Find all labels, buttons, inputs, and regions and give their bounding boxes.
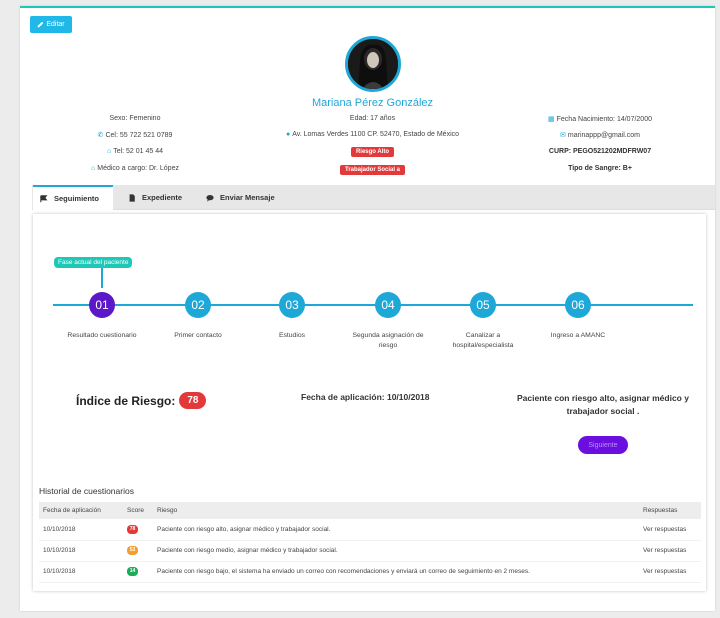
avatar <box>345 36 401 92</box>
phase-tag: Fase actual del paciente <box>54 257 133 268</box>
fecha-nac-text: Fecha Nacimiento: 14/07/2000 <box>556 116 652 123</box>
history-title: Historial de cuestionarios <box>39 486 134 496</box>
cel-text: Cel: 55 722 521 0789 <box>105 132 173 139</box>
col-fecha: Fecha de aplicación <box>39 502 123 519</box>
table-row: 10/10/2018 53 Paciente con riesgo medio,… <box>39 540 701 562</box>
recommendation-text: Paciente con riesgo alto, asignar médico… <box>517 393 689 416</box>
trabajador-badge: Trabajador Social a <box>339 165 406 175</box>
table-row: 10/10/2018 78 Paciente con riesgo alto, … <box>39 519 701 541</box>
step-label-01: Resultado cuestionario <box>67 332 137 339</box>
riesgo-badge: Riesgo Alto <box>350 147 395 157</box>
envelope-icon: ✉ <box>560 132 566 139</box>
step-02[interactable]: 02 <box>185 292 211 318</box>
edad-text: Edad: 17 años <box>349 115 396 122</box>
patient-card: Editar Mariana Pérez González Sexo: Feme… <box>20 6 715 611</box>
tab-expediente[interactable]: Expediente <box>128 185 182 210</box>
medico-info: ⌂ Médico a cargo: Dr. López <box>55 165 215 172</box>
row-riesgo: Paciente con riesgo bajo, el sistema ha … <box>153 561 639 583</box>
step-label-06: Ingreso a AMANC <box>550 332 606 339</box>
map-marker-icon: ● <box>285 131 291 138</box>
row-score-cell: 14 <box>123 561 153 583</box>
tab-enviar-mensaje-label: Enviar Mensaje <box>220 193 275 202</box>
row-score-cell: 53 <box>123 540 153 562</box>
step-01[interactable]: 01 <box>89 292 115 318</box>
ver-respuestas-link[interactable]: Ver respuestas <box>639 540 701 562</box>
risk-score-badge: 78 <box>179 392 207 409</box>
riesgo-badge-wrap: Riesgo Alto <box>255 147 490 157</box>
fecha-aplicacion: Fecha de aplicación: 10/10/2018 <box>301 392 430 402</box>
timeline-line <box>53 304 693 306</box>
cel-info: ✆ Cel: 55 722 521 0789 <box>55 131 215 139</box>
step-06[interactable]: 06 <box>565 292 591 318</box>
history-header-row: Fecha de aplicación Score Riesgo Respues… <box>39 502 701 519</box>
ver-respuestas-link[interactable]: Ver respuestas <box>639 519 701 541</box>
home-icon: ⌂ <box>106 148 112 155</box>
step-04[interactable]: 04 <box>375 292 401 318</box>
phase-indicator <box>101 268 103 288</box>
edit-button[interactable]: Editar <box>30 16 72 33</box>
curp-text: CURP: PEGO521202MDFRW07 <box>548 148 652 155</box>
score-badge: 78 <box>127 524 138 534</box>
table-row: 10/10/2018 14 Paciente con riesgo bajo, … <box>39 561 701 583</box>
row-fecha: 10/10/2018 <box>39 519 123 541</box>
risk-title: Índice de Riesgo: <box>76 393 176 408</box>
trabajador-badge-wrap: Trabajador Social a <box>255 165 490 175</box>
direccion-text: Av. Lomas Verdes 1100 CP. 52470, Estado … <box>292 131 460 138</box>
doctor-icon: ⌂ <box>91 165 96 172</box>
phone-icon: ✆ <box>97 132 104 139</box>
tab-seguimiento[interactable]: Seguimiento <box>33 185 113 210</box>
step-05[interactable]: 05 <box>470 292 496 318</box>
step-03[interactable]: 03 <box>279 292 305 318</box>
tel-info: ⌂ Tel: 52 01 45 44 <box>55 148 215 155</box>
step-label-04: Segunda asignación de riesgo <box>352 332 424 349</box>
edit-label: Editar <box>46 21 65 28</box>
patient-name: Mariana Pérez González <box>311 97 434 109</box>
row-riesgo: Paciente con riesgo medio, asignar médic… <box>153 540 639 562</box>
email-info: ✉ marinappp@gmail.com <box>505 131 695 139</box>
col-score: Score <box>123 502 153 519</box>
tabs-bar: Seguimiento Expediente Enviar Mensaje <box>32 185 715 210</box>
flag-icon <box>40 194 48 202</box>
calendar-icon: ▦ <box>548 116 555 123</box>
score-badge: 53 <box>127 546 138 555</box>
risk-index: Índice de Riesgo: 78 <box>76 392 207 409</box>
history-table: Fecha de aplicación Score Riesgo Respues… <box>39 502 701 583</box>
direccion-info: ● Av. Lomas Verdes 1100 CP. 52470, Estado… <box>255 131 490 138</box>
tel-text: Tel: 52 01 45 44 <box>113 148 164 155</box>
row-fecha: 10/10/2018 <box>39 561 123 583</box>
col-respuestas: Respuestas <box>639 502 701 519</box>
tab-enviar-mensaje[interactable]: Enviar Mensaje <box>206 185 275 210</box>
message-icon <box>206 194 214 202</box>
row-fecha: 10/10/2018 <box>39 540 123 562</box>
sexo-text: Sexo: Femenino <box>109 115 161 122</box>
pencil-icon <box>38 21 44 28</box>
row-score-cell: 78 <box>123 519 153 541</box>
ver-respuestas-link[interactable]: Ver respuestas <box>639 561 701 583</box>
row-riesgo: Paciente con riesgo alto, asignar médico… <box>153 519 639 541</box>
sangre-text: Tipo de Sangre: B+ <box>568 165 632 172</box>
file-icon <box>129 193 135 202</box>
email-text: marinappp@gmail.com <box>567 132 640 139</box>
medico-text: Médico a cargo: Dr. López <box>97 165 179 172</box>
col-riesgo: Riesgo <box>153 502 639 519</box>
step-label-03: Estudios <box>278 332 306 339</box>
fecha-nac-info: ▦ Fecha Nacimiento: 14/07/2000 <box>505 115 695 123</box>
step-label-02: Primer contacto <box>174 332 222 339</box>
tab-seguimiento-label: Seguimiento <box>54 194 100 203</box>
tab-expediente-label: Expediente <box>142 193 183 202</box>
seguimiento-panel: Fase actual del paciente 01 02 03 04 05 … <box>33 214 706 591</box>
step-label-05: Canalizar a hospital/especialista <box>452 332 514 349</box>
next-button[interactable]: Siguiente <box>578 436 628 454</box>
score-badge: 14 <box>127 567 138 576</box>
